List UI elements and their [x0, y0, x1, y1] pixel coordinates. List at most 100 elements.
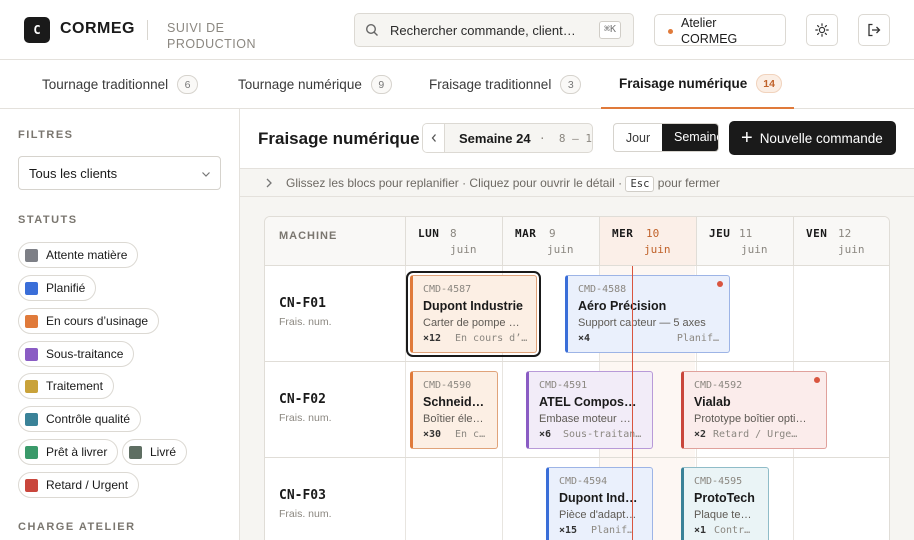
week-navigator: Semaine 24 · 8 — 12 — [422, 123, 593, 153]
status-swatch — [25, 379, 38, 393]
hint-text: Glissez les blocs pour replanifier · Cli… — [286, 176, 720, 192]
order-card-cmd-4595[interactable]: CMD-4595 ProtoTech Plaque te… ×1 Contr… — [681, 467, 769, 540]
machine-type: Frais. num. — [279, 412, 332, 424]
load-title: CHARGE ATELIER — [18, 521, 136, 533]
tab-fraisage-numerique[interactable]: Fraisage numérique 14 — [601, 60, 794, 109]
order-id: CMD-4592 — [694, 380, 743, 391]
urgent-dot — [814, 377, 820, 383]
status-filter-pret-a-livrer[interactable]: Prêt à livrer — [18, 439, 119, 465]
status-filter-en-cours[interactable]: En cours d’usinage — [18, 308, 160, 334]
status-swatch — [25, 281, 38, 295]
order-description: Embase moteur … — [539, 413, 631, 425]
order-description: Carter de pompe … — [423, 317, 520, 329]
order-status: Planif… — [591, 525, 634, 536]
status-swatch — [25, 478, 38, 492]
order-description: Plaque te… — [694, 509, 752, 521]
status-swatch — [129, 445, 142, 459]
day-header-ven: VEN 12 juin — [793, 217, 889, 265]
order-quantity: ×2 — [694, 429, 707, 440]
planning-header: Fraisage numérique Semaine 24 · 8 — 12 J… — [240, 109, 914, 168]
day-header-lun: LUN 8 juin — [405, 217, 502, 265]
day-header-mar: MAR 9 juin — [502, 217, 599, 265]
order-status: Planif… — [676, 333, 719, 344]
planning-grid-header: MACHINE LUN 8 juin MAR 9 juin MER 10 juin JEU 1… — [265, 217, 889, 266]
status-filter-controle-qualite[interactable]: Contrôle qualité — [18, 406, 142, 432]
urgent-dot — [717, 281, 723, 287]
filters-sidebar: FILTRES Tous les clients STATUTS Attente… — [0, 109, 240, 540]
tab-count: 14 — [756, 74, 782, 93]
atelier-selector[interactable]: Atelier CORMEG — [654, 14, 786, 46]
order-card-cmd-4591[interactable]: CMD-4591 ATEL Compos… Embase moteur … ×6… — [526, 371, 653, 449]
status-filter-livre[interactable]: Livré — [122, 439, 188, 465]
status-filter-traitement[interactable]: Traitement — [18, 373, 114, 399]
sun-icon — [815, 23, 829, 37]
tab-fraisage-traditionnel[interactable]: Fraisage traditionnel 3 — [429, 60, 582, 109]
chevron-down-icon — [202, 172, 210, 177]
order-id: CMD-4594 — [559, 476, 608, 487]
order-description: Support capteur — 5 axes — [578, 317, 706, 329]
order-quantity: ×15 — [559, 525, 578, 536]
tab-tournage-traditionnel[interactable]: Tournage traditionnel 6 — [42, 60, 199, 109]
order-status: En cours d’… — [455, 333, 528, 344]
hint-bar: Glissez les blocs pour replanifier · Cli… — [240, 168, 914, 197]
tab-tournage-numerique[interactable]: Tournage numérique 9 — [238, 60, 392, 109]
tab-count: 9 — [370, 75, 392, 94]
order-description: Prototype boîtier opti… — [694, 413, 807, 425]
order-description: Boîtier éle… — [423, 413, 484, 425]
previous-week-button[interactable] — [423, 124, 445, 152]
search-input[interactable]: Rechercher commande, client… ⌘K — [354, 13, 634, 47]
current-time-line — [632, 266, 633, 540]
order-client: ProtoTech — [694, 491, 755, 505]
machine-name: CN-F02 — [279, 392, 326, 407]
order-status: En c… — [455, 429, 486, 440]
status-swatch — [25, 314, 38, 328]
week-dates: · 8 — 12 — [539, 132, 592, 145]
view-day-button[interactable]: Jour — [614, 124, 662, 151]
workshop-tabs: Tournage traditionnel 6 Tournage numériqu… — [0, 60, 914, 109]
machine-name: CN-F03 — [279, 488, 326, 503]
day-header-jeu: JEU 11 juin — [696, 217, 793, 265]
order-id: CMD-4595 — [694, 476, 743, 487]
order-card-cmd-4590[interactable]: CMD-4590 Schneid… Boîtier éle… ×30 En c… — [410, 371, 498, 449]
order-status: Contr… — [714, 525, 751, 536]
order-client: Aéro Précision — [578, 299, 667, 313]
view-week-button[interactable]: Semaine — [662, 124, 718, 151]
status-filter-retard-urgent[interactable]: Retard / Urgent — [18, 472, 140, 498]
order-client: Dupont Industrie — [423, 299, 523, 313]
order-quantity: ×30 — [423, 429, 442, 440]
status-swatch — [25, 412, 38, 426]
logout-button[interactable] — [858, 14, 890, 46]
new-order-button[interactable]: + Nouvelle commande — [729, 121, 896, 155]
tab-count: 3 — [560, 75, 582, 94]
status-filter-planifie[interactable]: Planifié — [18, 275, 97, 301]
machine-name: CN-F01 — [279, 296, 326, 311]
machine-type: Frais. num. — [279, 316, 332, 328]
brand-name: CORMEG — [60, 20, 135, 37]
client-select[interactable]: Tous les clients — [18, 156, 221, 190]
logo: C — [24, 17, 50, 43]
search-shortcut: ⌘K — [599, 21, 622, 39]
brand-subtitle: SUIVI DE PRODUCTION — [167, 21, 257, 51]
search-icon — [365, 23, 378, 36]
status-filter-attente-matiere[interactable]: Attente matière — [18, 242, 139, 268]
order-card-cmd-4587[interactable]: CMD-4587 Dupont Industrie Carter de pomp… — [406, 271, 541, 357]
filters-title: FILTRES — [18, 129, 74, 141]
order-card-cmd-4592[interactable]: CMD-4592 Vialab Prototype boîtier opti… … — [681, 371, 827, 449]
chevron-left-icon — [431, 134, 436, 142]
week-label: Semaine 24 — [459, 131, 531, 146]
planning-grid: MACHINE LUN 8 juin MAR 9 juin MER 10 juin JEU 1… — [264, 216, 890, 540]
order-client: Vialab — [694, 395, 731, 409]
order-card-cmd-4588[interactable]: CMD-4588 Aéro Précision Support capteur … — [565, 275, 730, 353]
planning-panel: Fraisage numérique Semaine 24 · 8 — 12 J… — [240, 109, 914, 540]
order-quantity: ×4 — [578, 333, 591, 344]
chevron-right-icon — [266, 178, 272, 188]
order-quantity: ×6 — [539, 429, 552, 440]
plus-icon: + — [741, 127, 753, 149]
tab-count: 6 — [177, 75, 199, 94]
machine-type: Frais. num. — [279, 508, 332, 520]
status-filter-sous-traitance[interactable]: Sous-traitance — [18, 341, 135, 367]
theme-toggle-button[interactable] — [806, 14, 838, 46]
atelier-label: Atelier CORMEG — [681, 16, 738, 46]
day-header-mer: MER 10 juin — [599, 217, 696, 265]
order-card-cmd-4594[interactable]: CMD-4594 Dupont Ind… Pièce d'adapt… ×15 … — [546, 467, 653, 540]
